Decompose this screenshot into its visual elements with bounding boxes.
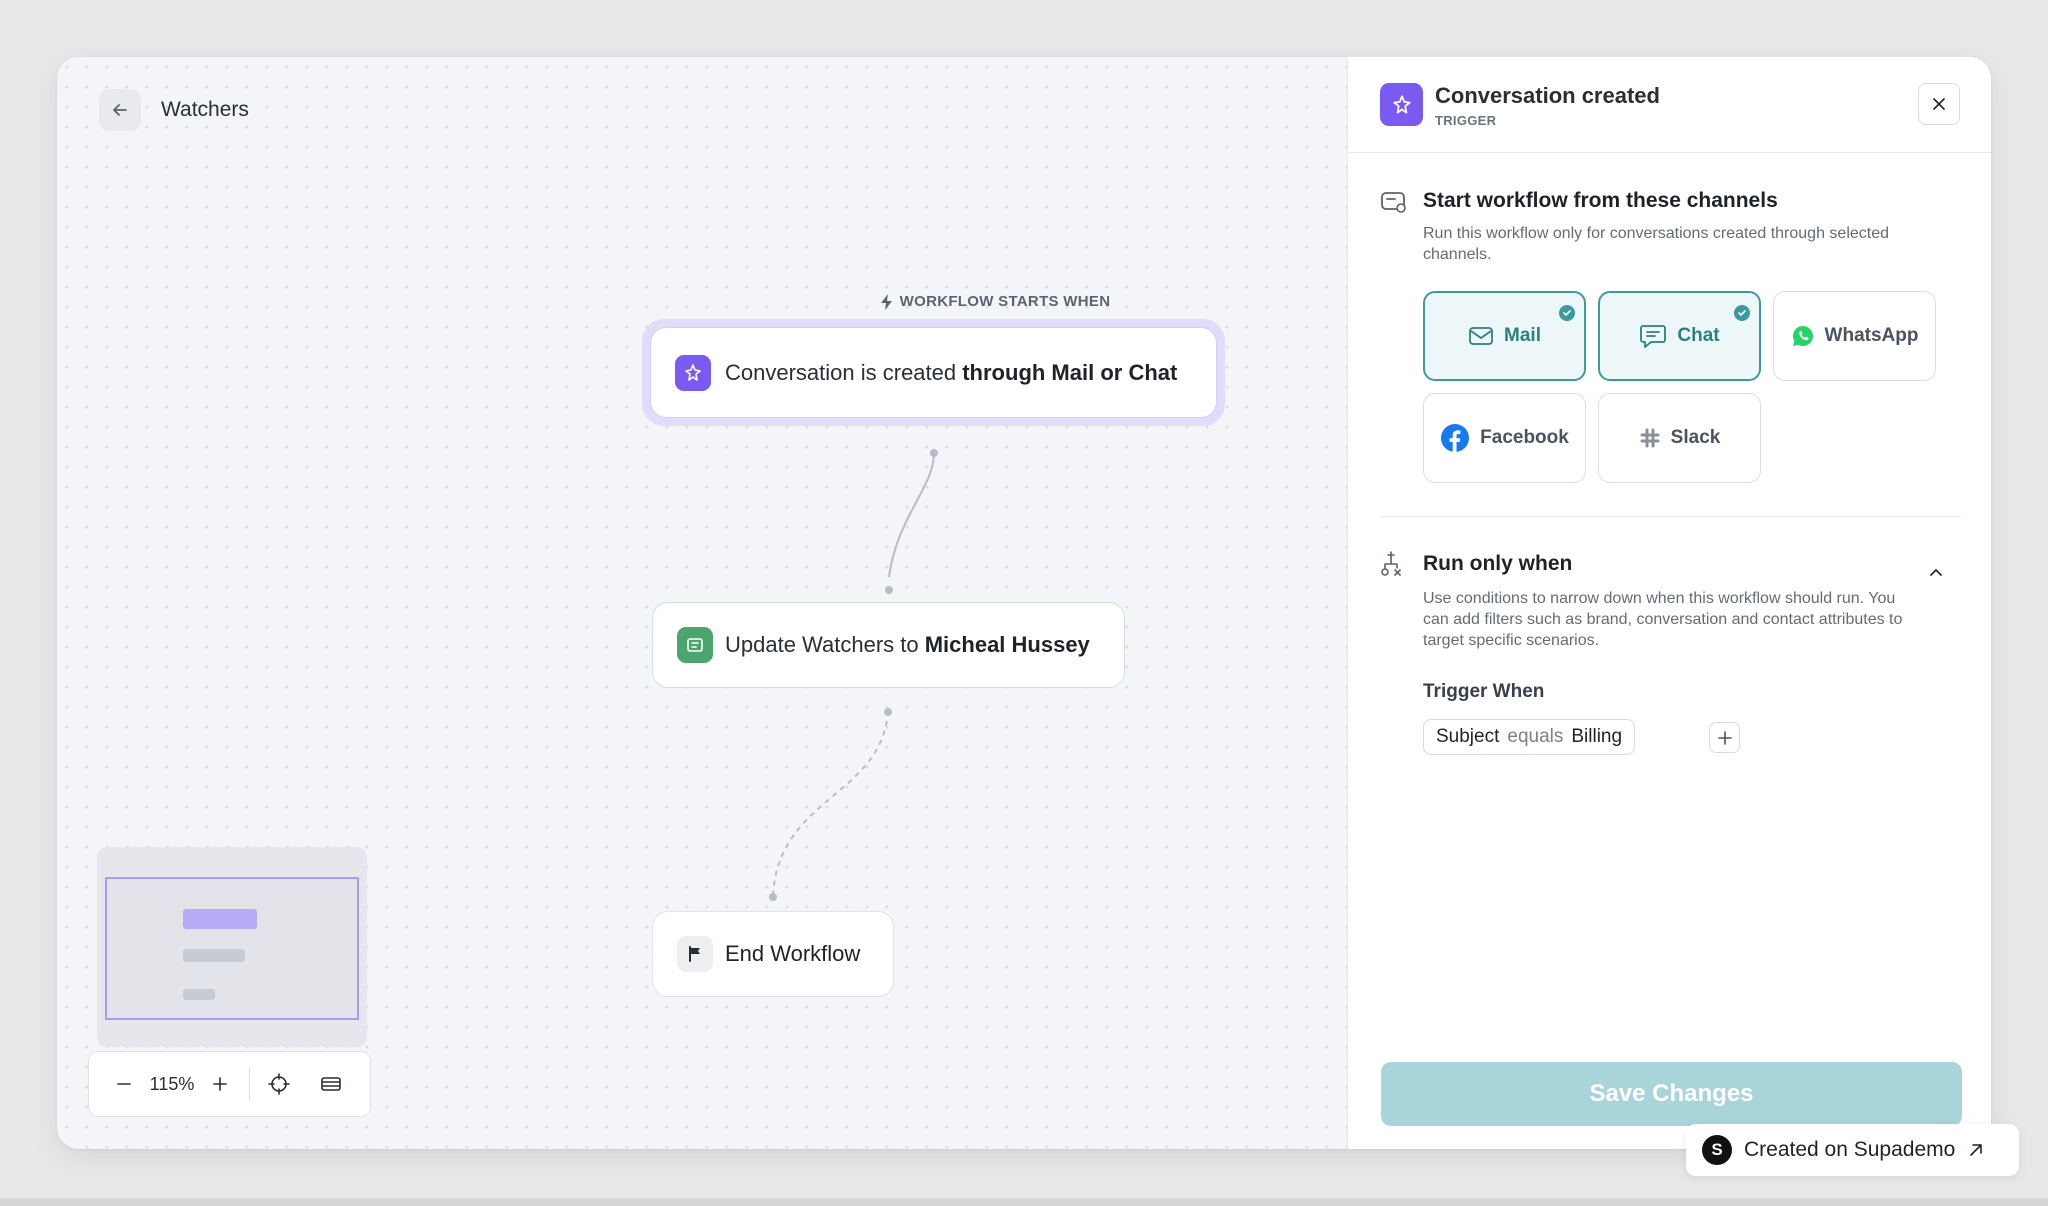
minimap-viewport[interactable]	[105, 877, 359, 1020]
supademo-logo-icon: S	[1702, 1135, 1732, 1165]
workflow-canvas[interactable]: Watchers WORKFLOW STARTS WHEN Conversati…	[57, 57, 1347, 1149]
minimap-end-node	[183, 989, 215, 1000]
trigger-icon	[1380, 83, 1423, 126]
update-node-bold: Micheal Hussey	[924, 632, 1090, 657]
trigger-when-label: Trigger When	[1423, 681, 1545, 702]
conditions-icon	[1381, 551, 1401, 576]
panel-subtitle: TRIGGER	[1435, 113, 1497, 128]
trigger-node[interactable]: Conversation is created through Mail or …	[642, 319, 1225, 426]
channel-mail[interactable]: Mail	[1423, 291, 1586, 381]
zoom-in-button[interactable]	[203, 1067, 237, 1101]
trigger-settings-panel: Conversation created TRIGGER Start workf…	[1347, 57, 1991, 1149]
panel-header: Conversation created TRIGGER	[1348, 57, 1991, 153]
crosshair-icon	[268, 1073, 290, 1095]
mail-icon	[1469, 327, 1493, 345]
trigger-node-text: Conversation is created	[725, 359, 963, 385]
flag-icon	[677, 936, 713, 972]
arrow-left-icon	[113, 104, 127, 116]
channel-slack[interactable]: Slack	[1598, 393, 1761, 483]
channel-facebook[interactable]: Facebook	[1423, 393, 1586, 483]
chevron-up-icon	[1930, 569, 1942, 576]
toggle-minimap-button[interactable]	[314, 1067, 348, 1101]
supademo-badge[interactable]: S Created on Supademo	[1686, 1124, 2019, 1176]
check-icon	[1559, 305, 1575, 321]
channel-mail-label: Mail	[1504, 325, 1541, 346]
channel-chat-label: Chat	[1677, 325, 1720, 346]
conditions-section-description: Use conditions to narrow down when this …	[1423, 590, 1903, 649]
channels-section-description: Run this workflow only for conversations…	[1423, 225, 1890, 263]
channels-section-title: Start workflow from these channels	[1423, 189, 1778, 212]
arrow-up-right-icon	[1970, 1144, 1983, 1156]
trigger-node-label: Conversation is created through Mail or …	[725, 360, 1177, 386]
panel-title: Conversation created	[1435, 83, 1660, 108]
supademo-label: Created on Supademo	[1744, 1138, 1956, 1161]
plus-icon	[1717, 730, 1732, 745]
check-icon	[1734, 305, 1750, 321]
close-panel-button[interactable]	[1918, 83, 1960, 125]
zoom-level: 115%	[149, 1073, 195, 1094]
end-node-label: End Workflow	[725, 941, 861, 966]
condition-operator: equals	[1507, 726, 1564, 747]
end-workflow-node[interactable]: End Workflow	[652, 911, 894, 997]
channel-chat[interactable]: Chat	[1598, 291, 1761, 381]
close-icon	[1933, 98, 1945, 110]
channel-slack-label: Slack	[1670, 427, 1721, 448]
zoom-separator	[249, 1067, 250, 1101]
workflow-editor: Watchers WORKFLOW STARTS WHEN Conversati…	[57, 57, 1991, 1149]
facebook-icon	[1441, 424, 1470, 452]
sparkle-chat-icon	[675, 354, 711, 391]
conditions-section-title: Run only when	[1423, 552, 1573, 575]
fit-view-button[interactable]	[262, 1067, 296, 1101]
plus-icon	[213, 1077, 227, 1091]
add-condition-button[interactable]	[1709, 722, 1740, 753]
bolt-icon	[880, 293, 892, 310]
page-title: Watchers	[161, 98, 249, 121]
zoom-controls: 115%	[88, 1051, 371, 1117]
minus-icon	[117, 1083, 131, 1085]
watchers-icon	[677, 627, 713, 663]
layers-icon	[321, 1077, 341, 1091]
condition-value: Billing	[1571, 726, 1623, 747]
slack-icon	[1640, 428, 1660, 448]
bottom-strip	[0, 1198, 2048, 1206]
channel-facebook-label: Facebook	[1480, 427, 1569, 448]
collapse-conditions-button[interactable]	[1926, 562, 1946, 582]
trigger-node-bold: through Mail or Chat	[962, 359, 1178, 385]
topbar: Watchers	[99, 89, 249, 131]
condition-field: Subject	[1436, 726, 1500, 747]
channel-whatsapp-label: WhatsApp	[1824, 325, 1919, 346]
chat-icon	[1640, 325, 1667, 348]
save-changes-button[interactable]: Save Changes	[1381, 1062, 1962, 1126]
zoom-out-button[interactable]	[107, 1067, 141, 1101]
channel-whatsapp[interactable]: WhatsApp	[1773, 291, 1936, 381]
minimap-update-node	[183, 949, 245, 962]
minimap[interactable]	[97, 847, 367, 1047]
workflow-starts-label: WORKFLOW STARTS WHEN	[825, 293, 1165, 310]
back-button[interactable]	[99, 89, 141, 131]
whatsapp-icon	[1792, 326, 1813, 346]
update-node-text: Update Watchers to	[725, 632, 925, 657]
update-node-label: Update Watchers to Micheal Hussey	[725, 632, 1090, 658]
minimap-trigger-node	[183, 909, 257, 929]
update-watchers-node[interactable]: Update Watchers to Micheal Hussey	[652, 602, 1125, 688]
section-divider	[1381, 516, 1961, 517]
workflow-starts-text: WORKFLOW STARTS WHEN	[899, 293, 1111, 310]
channels-icon	[1381, 192, 1406, 213]
condition-chip[interactable]: Subject equals Billing	[1423, 719, 1636, 755]
